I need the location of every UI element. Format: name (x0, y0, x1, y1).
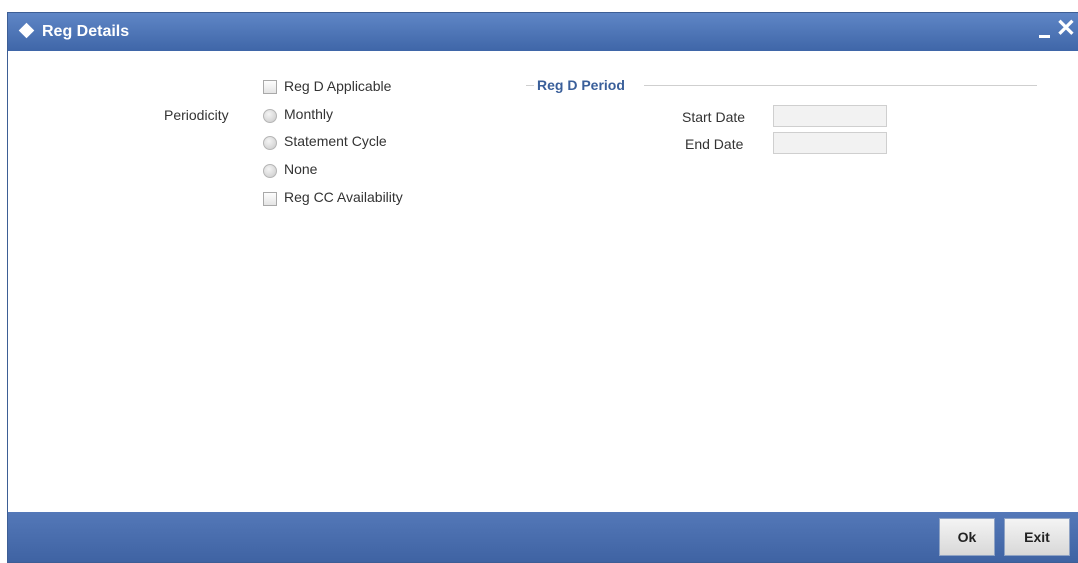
periodicity-option-monthly: Monthly (284, 106, 334, 122)
diamond-icon (18, 22, 35, 39)
start-date-input[interactable] (773, 105, 887, 127)
fieldset-divider-left (526, 85, 534, 86)
end-date-input[interactable] (773, 132, 887, 154)
form-content: Reg D Applicable Periodicity Monthly Sta… (8, 51, 1078, 512)
periodicity-radio-monthly[interactable] (263, 109, 277, 123)
end-date-label: End Date (685, 136, 744, 152)
exit-button[interactable]: Exit (1004, 518, 1070, 556)
reg-d-applicable-checkbox[interactable] (263, 80, 277, 94)
reg-cc-availability-label: Reg CC Availability (284, 189, 403, 205)
close-icon[interactable]: ✕ (1056, 17, 1076, 41)
fieldset-divider-right (644, 85, 1037, 86)
start-date-label: Start Date (682, 109, 746, 125)
window-title: Reg Details (42, 23, 130, 40)
periodicity-option-none: None (284, 161, 318, 177)
reg-details-window: Reg Details ✕ Reg D Applicable Periodici… (7, 12, 1078, 563)
periodicity-radio-none[interactable] (263, 164, 277, 178)
reg-cc-availability-checkbox[interactable] (263, 192, 277, 206)
periodicity-label: Periodicity (164, 107, 229, 123)
footer-bar: Ok Exit (8, 512, 1078, 562)
reg-d-applicable-label: Reg D Applicable (284, 78, 392, 94)
ok-button[interactable]: Ok (939, 518, 995, 556)
title-bar[interactable]: Reg Details ✕ (8, 13, 1078, 51)
periodicity-radio-statement-cycle[interactable] (263, 136, 277, 150)
minimize-button[interactable] (1039, 35, 1050, 38)
periodicity-option-statement-cycle: Statement Cycle (284, 133, 387, 149)
reg-d-period-legend: Reg D Period (537, 77, 625, 93)
